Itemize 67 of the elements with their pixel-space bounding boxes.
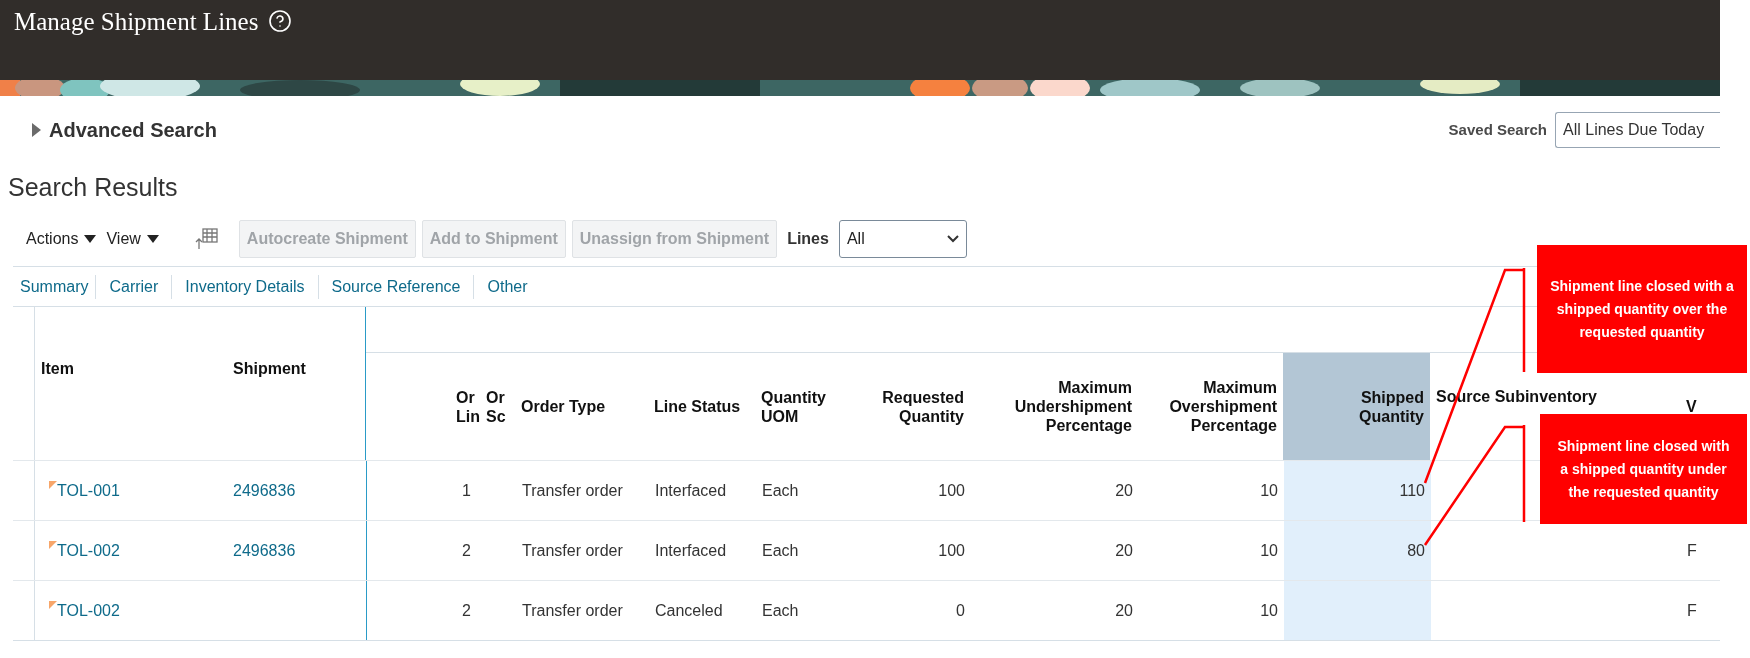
menu-button[interactable]: View [106, 227, 159, 251]
saved-search-field[interactable]: All Lines Due Today [1555, 112, 1720, 148]
table-cell-text: 20 [1115, 540, 1133, 561]
tab[interactable]: Summary [13, 274, 96, 299]
table-cell-text: Each [762, 480, 799, 501]
item-link[interactable]: TOL-002 [57, 598, 120, 623]
item-link[interactable]: TOL-001 [57, 478, 120, 503]
column-header[interactable]: Requested Quantity [851, 387, 964, 426]
table-cell-text: 1 [462, 480, 471, 501]
flag-icon [49, 601, 57, 609]
shipment-link[interactable]: 2496836 [233, 538, 296, 563]
column-header[interactable]: Or Sc [486, 387, 514, 426]
column-header[interactable]: Or Lin [456, 387, 484, 426]
table-cell-text: 10 [1260, 480, 1278, 501]
table-cell-text: 80 [1407, 540, 1425, 561]
field-label: Saved Search [1448, 119, 1547, 140]
column-header[interactable]: Line Status [654, 397, 741, 416]
table-cell-text: 110 [1399, 480, 1425, 501]
lines-select[interactable]: All [838, 220, 967, 258]
caret-icon [84, 235, 97, 243]
table-cell-text: 100 [938, 540, 965, 561]
column-header[interactable]: Shipped Quantity [1283, 353, 1430, 460]
callout: Shipment line closed with a shipped quantity over the requested quantity [1537, 245, 1747, 373]
column-header[interactable]: Item [41, 359, 74, 378]
table-cell-text: 2 [462, 600, 471, 621]
table-cell-text: Interfaced [655, 480, 727, 501]
help-icon[interactable] [268, 9, 293, 33]
field-label: Lines [787, 229, 829, 249]
column-header[interactable]: V [1686, 397, 1697, 416]
shipment-link[interactable]: 2496836 [233, 478, 296, 503]
table-cell-text: Each [762, 540, 799, 561]
table-cell-text: 0 [956, 600, 965, 621]
table-cell-text: 20 [1115, 600, 1133, 621]
table-cell-text: F [1687, 600, 1697, 621]
table-cell-text: Interfaced [655, 540, 727, 561]
caret-icon [146, 235, 159, 243]
section-title: Advanced Search [49, 118, 217, 143]
flag-icon [49, 481, 57, 489]
column-header[interactable]: Shipment [233, 359, 306, 378]
expand-icon[interactable] [32, 123, 41, 137]
column-header[interactable]: Order Type [521, 397, 606, 416]
table-cell-text: Transfer order [522, 540, 623, 561]
table-cell-text: F [1687, 540, 1697, 561]
table-cell-text: 10 [1260, 600, 1278, 621]
table-cell-text: Transfer order [522, 480, 623, 501]
page-title: Manage Shipment Lines [14, 7, 259, 37]
freeze-icon[interactable] [194, 227, 219, 251]
menu-button[interactable]: Actions [26, 227, 97, 251]
table-cell-text: 2 [462, 540, 471, 561]
table-cell-text: 20 [1115, 480, 1133, 501]
table-cell-text: 100 [938, 480, 965, 501]
tab[interactable]: Source Reference [317, 274, 474, 299]
results-title: Search Results [7, 172, 179, 204]
table-cell-text: Canceled [655, 600, 723, 621]
table-cell-text: 10 [1260, 540, 1278, 561]
column-header[interactable]: Maximum Overshipment Percentage [1147, 378, 1277, 435]
column-header[interactable]: Maximum Undershipment Percentage [1002, 378, 1132, 435]
table-cell-text: Transfer order [522, 600, 623, 621]
column-header[interactable]: Quantity UOM [761, 387, 839, 426]
table-cell-text: Each [762, 600, 799, 621]
tab[interactable]: Other [473, 274, 541, 299]
tab[interactable]: Carrier [95, 274, 172, 299]
tab[interactable]: Inventory Details [171, 274, 318, 299]
callout: Shipment line closed with a shipped quantity under the requested quantity [1540, 414, 1747, 524]
item-link[interactable]: TOL-002 [57, 538, 120, 563]
chevron-icon [946, 235, 959, 243]
flag-icon [49, 541, 57, 549]
